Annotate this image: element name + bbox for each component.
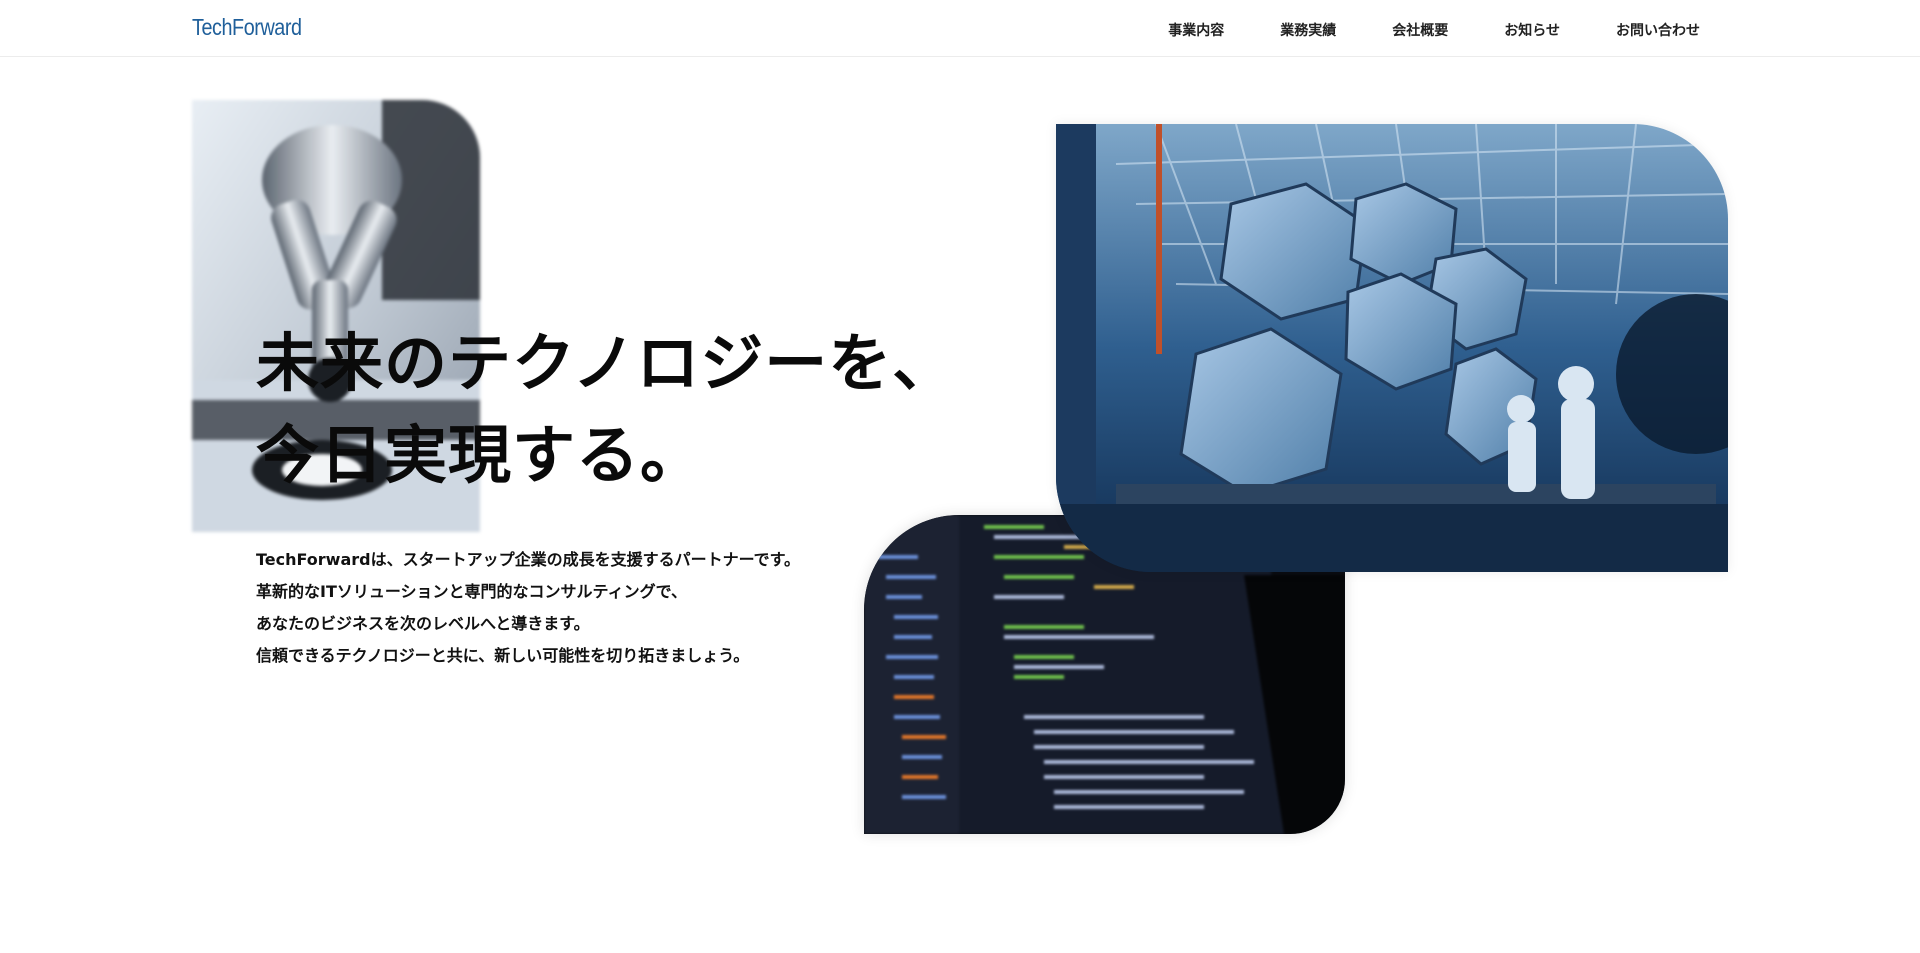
nav-item-company[interactable]: 会社概要 [1392,20,1448,40]
nav-item-works[interactable]: 業務実績 [1280,20,1336,40]
nav-item-services[interactable]: 事業内容 [1168,20,1224,40]
hero-headline: 未来のテクノロジーを、 今日実現する。 [256,318,956,502]
site-header: TechForward 事業内容 業務実績 会社概要 お知らせ お問い合わせ [0,0,1920,57]
headline-line-1: 未来のテクノロジーを、 [256,327,957,400]
telescope-image [1056,124,1728,572]
hero-description: TechForwardは、スタートアップ企業の成長を支援するパートナーです。 革… [256,544,800,672]
nav-item-contact[interactable]: お問い合わせ [1616,20,1700,40]
main-nav: 事業内容 業務実績 会社概要 お知らせ お問い合わせ [1112,20,1700,40]
description-line: 革新的なITソリューションと専門的なコンサルティングで、 [256,582,687,601]
description-line: TechForwardは、スタートアップ企業の成長を支援するパートナーです。 [256,550,801,569]
headline-line-2: 今日実現する。 [256,419,704,492]
logo[interactable]: TechForward [192,14,302,41]
nav-item-news[interactable]: お知らせ [1504,20,1560,40]
description-line: あなたのビジネスを次のレベルへと導きます。 [256,614,590,633]
description-line: 信頼できるテクノロジーと共に、新しい可能性を切り拓きましょう。 [256,646,750,665]
